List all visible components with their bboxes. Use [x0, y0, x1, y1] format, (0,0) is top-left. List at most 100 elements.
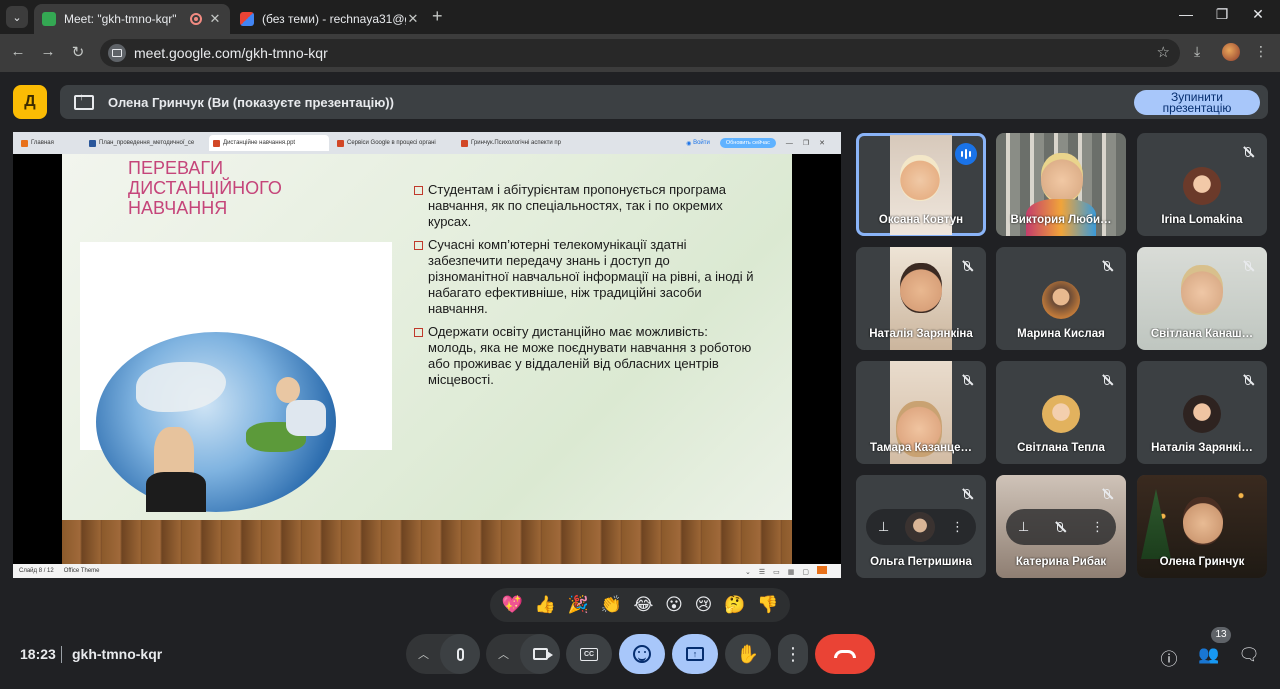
participant-tile[interactable]: Виктория Люби… — [996, 133, 1126, 236]
new-tab-button[interactable]: + — [432, 6, 443, 27]
plus-icon: + — [432, 6, 443, 26]
emoji-icon — [633, 645, 651, 663]
participant-name: Марина Кислая — [1017, 328, 1105, 340]
close-icon[interactable]: ✕ — [208, 11, 222, 27]
closed-captions-icon: CC — [580, 647, 598, 661]
presentation-view: Главная План_проведення_методичної_се Ди… — [13, 132, 841, 578]
mic-off-icon — [958, 257, 976, 275]
participant-name: Наталія Зарянкіна — [869, 328, 973, 340]
shared-browser-tabs: Главная План_проведення_методичної_се Ди… — [13, 132, 841, 154]
more-vert-icon[interactable]: ⋮ — [951, 519, 964, 535]
chevron-up-icon[interactable]: ︿ — [498, 646, 509, 662]
participant-tile[interactable]: ⊥ ⋮ Катерина Рибак — [996, 475, 1126, 578]
reaction-clap[interactable]: 👏 — [601, 595, 622, 615]
slide-bullet: Одержати освіту дистанційно має можливіс… — [414, 324, 754, 388]
present-button[interactable]: ↑ — [672, 634, 718, 674]
shared-tab-label: Главная — [31, 140, 54, 146]
participant-name: Наталія Зарянкі… — [1151, 442, 1253, 454]
face-shape — [1183, 497, 1223, 545]
maximize-button[interactable]: ❐ — [1212, 6, 1232, 23]
avatar — [1042, 395, 1080, 433]
back-button[interactable]: ← — [8, 43, 28, 60]
participant-tile[interactable]: ⊥ ⋮ Ольга Петришина — [856, 475, 986, 578]
shared-login-label: Войти — [693, 140, 710, 146]
operator-body — [146, 472, 206, 512]
slide: ПЕРЕВАГИ ДИСТАНЦІЙНОГО НАВЧАННЯ Студента… — [62, 154, 792, 564]
slide-bullets: Студентам і абітурієнтам пропонується пр… — [414, 182, 754, 395]
minimize-button[interactable]: — — [1176, 6, 1196, 22]
chevron-up-icon[interactable]: ︿ — [418, 646, 429, 662]
site-info-icon[interactable] — [108, 44, 126, 62]
reaction-surprised[interactable]: 😮 — [665, 595, 683, 615]
participant-tile[interactable]: Світлана Тепла — [996, 361, 1126, 464]
people-button[interactable]: 👥 — [1198, 645, 1220, 667]
shared-tab-label: План_проведення_методичної_се — [99, 140, 195, 146]
mic-off-icon — [1239, 257, 1257, 275]
meeting-details-button[interactable]: ⓘ — [1158, 645, 1180, 669]
avatar — [1222, 43, 1240, 61]
forward-button[interactable]: → — [38, 43, 58, 60]
close-icon[interactable]: ✕ — [406, 11, 420, 27]
reload-button[interactable]: ↻ — [68, 43, 88, 61]
hand-icon: ✋ — [736, 643, 760, 664]
microphone-button[interactable] — [440, 634, 480, 674]
tab-meet[interactable]: Meet: "gkh-tmno-kqr" ✕ — [34, 4, 230, 34]
browser-menu-button[interactable]: ⋮ — [1254, 43, 1268, 60]
arrow-left-icon: ← — [10, 43, 26, 60]
reaction-thumbs-up[interactable]: 👍 — [535, 595, 556, 615]
pin-icon[interactable]: ⊥ — [878, 519, 889, 535]
tile-hover-controls[interactable]: ⊥ ⋮ — [1006, 509, 1116, 545]
participant-tile[interactable]: Тамара Казанце… — [856, 361, 986, 464]
reactions-bar: 💖 👍 🎉 👏 😂 😮 😢 🤔 👎 — [490, 588, 790, 622]
raise-hand-button[interactable]: ✋ — [725, 634, 771, 674]
captions-button[interactable]: CC — [566, 634, 612, 674]
address-bar[interactable]: meet.google.com/gkh-tmno-kqr ☆ — [100, 39, 1180, 67]
stop-presenting-button[interactable]: Зупинити презентацію — [1134, 90, 1260, 115]
reaction-heart[interactable]: 💖 — [502, 595, 523, 615]
mic-off-icon — [958, 371, 976, 389]
child-body — [286, 400, 326, 436]
slideshow-icon — [817, 566, 827, 574]
reaction-thinking[interactable]: 🤔 — [724, 595, 745, 615]
chat-button[interactable]: 🗨 — [1238, 645, 1260, 667]
participant-tile[interactable]: Світлана Канаш… — [1137, 247, 1267, 350]
reaction-thumbs-down[interactable]: 👎 — [757, 595, 778, 615]
tab-gmail[interactable]: (без теми) - rechnaya31@gmail ✕ — [232, 4, 428, 34]
participant-tile[interactable]: Оксана Ковтун — [856, 133, 986, 236]
leave-call-button[interactable] — [815, 634, 875, 674]
close-window-button[interactable]: ✕ — [1248, 6, 1268, 23]
face-shape — [1181, 265, 1223, 315]
browser-tab-strip: ⌄ Meet: "gkh-tmno-kqr" ✕ (без теми) - re… — [0, 0, 1280, 34]
face-shape — [1041, 153, 1083, 203]
tab-meet-title: Meet: "gkh-tmno-kqr" — [64, 12, 177, 26]
close-icon: ✕ — [1252, 6, 1264, 22]
tile-hover-controls[interactable]: ⊥ ⋮ — [866, 509, 976, 545]
reactions-button[interactable] — [619, 634, 665, 674]
participant-tile[interactable]: Irina Lomakina — [1137, 133, 1267, 236]
camera-control: ︿ — [486, 634, 560, 674]
reaction-party[interactable]: 🎉 — [568, 595, 589, 615]
participant-name: Світлана Тепла — [1017, 442, 1105, 454]
camera-button[interactable] — [520, 634, 560, 674]
more-vert-icon[interactable]: ⋮ — [1091, 519, 1104, 535]
more-options-button[interactable]: ⋮ — [778, 634, 808, 674]
file-icon — [337, 139, 344, 147]
participant-tile[interactable]: Наталія Зарянкіна — [856, 247, 986, 350]
wooden-floor — [62, 520, 792, 564]
avatar — [1042, 281, 1080, 319]
bookmark-star-icon[interactable]: ☆ — [1157, 43, 1170, 61]
mic-off-icon — [1057, 520, 1064, 535]
profile-button[interactable] — [1222, 43, 1240, 61]
participant-tile[interactable]: Наталія Зарянкі… — [1137, 361, 1267, 464]
reaction-laugh[interactable]: 😂 — [633, 595, 653, 615]
stop-presenting-label: Зупинити презентацію — [1162, 89, 1232, 115]
file-icon — [213, 139, 220, 147]
call-end-icon — [834, 650, 856, 658]
tab-list-button[interactable]: ⌄ — [6, 6, 28, 28]
file-icon — [21, 139, 28, 147]
participant-tile[interactable]: Олена Гринчук — [1137, 475, 1267, 578]
reaction-sad[interactable]: 😢 — [695, 595, 713, 615]
participant-tile[interactable]: Марина Кислая — [996, 247, 1126, 350]
pin-icon[interactable]: ⊥ — [1018, 519, 1029, 535]
downloads-button[interactable]: ⤓ — [1194, 43, 1200, 60]
